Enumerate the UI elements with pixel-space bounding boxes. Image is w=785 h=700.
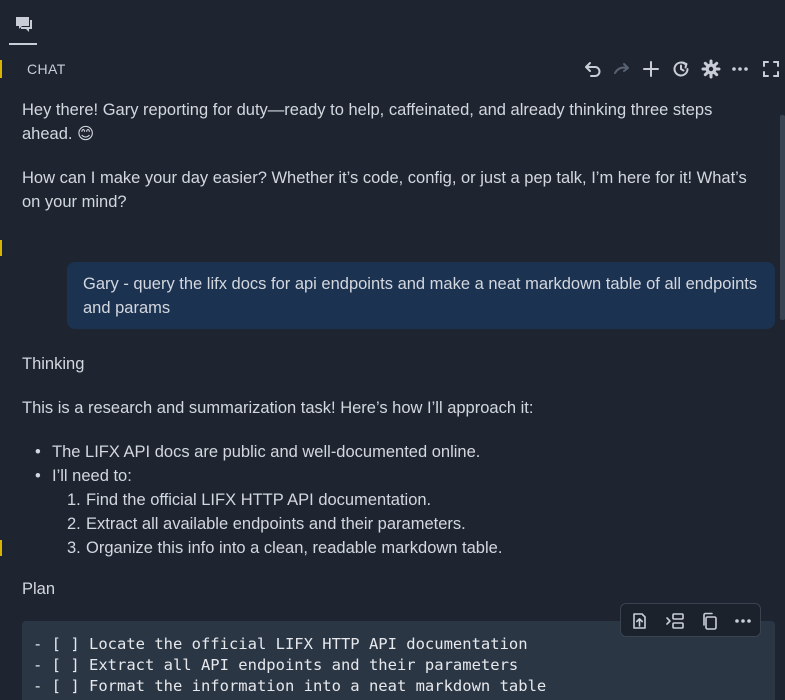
chat-title: CHAT xyxy=(27,61,66,77)
insert-at-cursor-icon[interactable] xyxy=(664,610,686,632)
editor-edge-marker xyxy=(0,240,2,256)
step-text: Extract all available endpoints and thei… xyxy=(86,515,466,533)
code-line: - [ ] Extract all API endpoints and thei… xyxy=(33,656,519,674)
thinking-label[interactable]: Thinking xyxy=(22,352,767,376)
step-number: 1. xyxy=(67,491,81,509)
new-chat-icon[interactable] xyxy=(638,56,664,82)
step-text: Find the official LIFX HTTP API document… xyxy=(86,491,432,509)
step-number: 2. xyxy=(67,515,81,533)
active-tab-indicator xyxy=(9,43,37,45)
step-number: 3. xyxy=(67,539,81,557)
assistant-message: Hey there! Gary reporting for duty—ready… xyxy=(22,101,713,143)
panel-tab-bar xyxy=(0,0,785,48)
maximize-icon[interactable] xyxy=(758,56,784,82)
history-icon[interactable] xyxy=(668,56,694,82)
list-item: The LIFX API docs are public and well-do… xyxy=(22,440,767,464)
list-item: I’ll need to: xyxy=(22,464,767,488)
code-line: - [ ] Format the information into a neat… xyxy=(33,677,547,695)
code-block-toolbar xyxy=(620,603,761,637)
approach-list: The LIFX API docs are public and well-do… xyxy=(22,440,767,560)
user-message-text: Gary - query the lifx docs for api endpo… xyxy=(83,275,758,317)
more-icon[interactable] xyxy=(727,56,753,82)
scrollbar-thumb[interactable] xyxy=(780,115,785,320)
chat-header: CHAT xyxy=(0,52,785,86)
numbered-step: 1. Find the official LIFX HTTP API docum… xyxy=(22,488,767,512)
undo-icon[interactable] xyxy=(580,56,606,82)
apply-in-editor-icon[interactable] xyxy=(628,610,650,632)
chat-tab-icon[interactable] xyxy=(13,14,35,36)
redo-icon[interactable] xyxy=(609,56,635,82)
editor-edge-marker xyxy=(0,540,2,556)
plan-label: Plan xyxy=(22,580,56,598)
numbered-step: 2. Extract all available endpoints and t… xyxy=(22,512,767,536)
copy-icon[interactable] xyxy=(699,610,721,632)
editor-edge-marker xyxy=(0,60,2,78)
code-line: - [ ] Locate the official LIFX HTTP API … xyxy=(33,635,528,653)
numbered-step: 3. Organize this info into a clean, read… xyxy=(22,536,767,560)
step-text: Organize this info into a clean, readabl… xyxy=(86,539,503,557)
user-message-bubble: Gary - query the lifx docs for api endpo… xyxy=(67,262,775,329)
settings-icon[interactable] xyxy=(698,56,724,82)
assistant-intro: This is a research and summarization tas… xyxy=(22,399,534,417)
more-icon[interactable] xyxy=(732,610,754,632)
assistant-message: How can I make your day easier? Whether … xyxy=(22,169,747,211)
